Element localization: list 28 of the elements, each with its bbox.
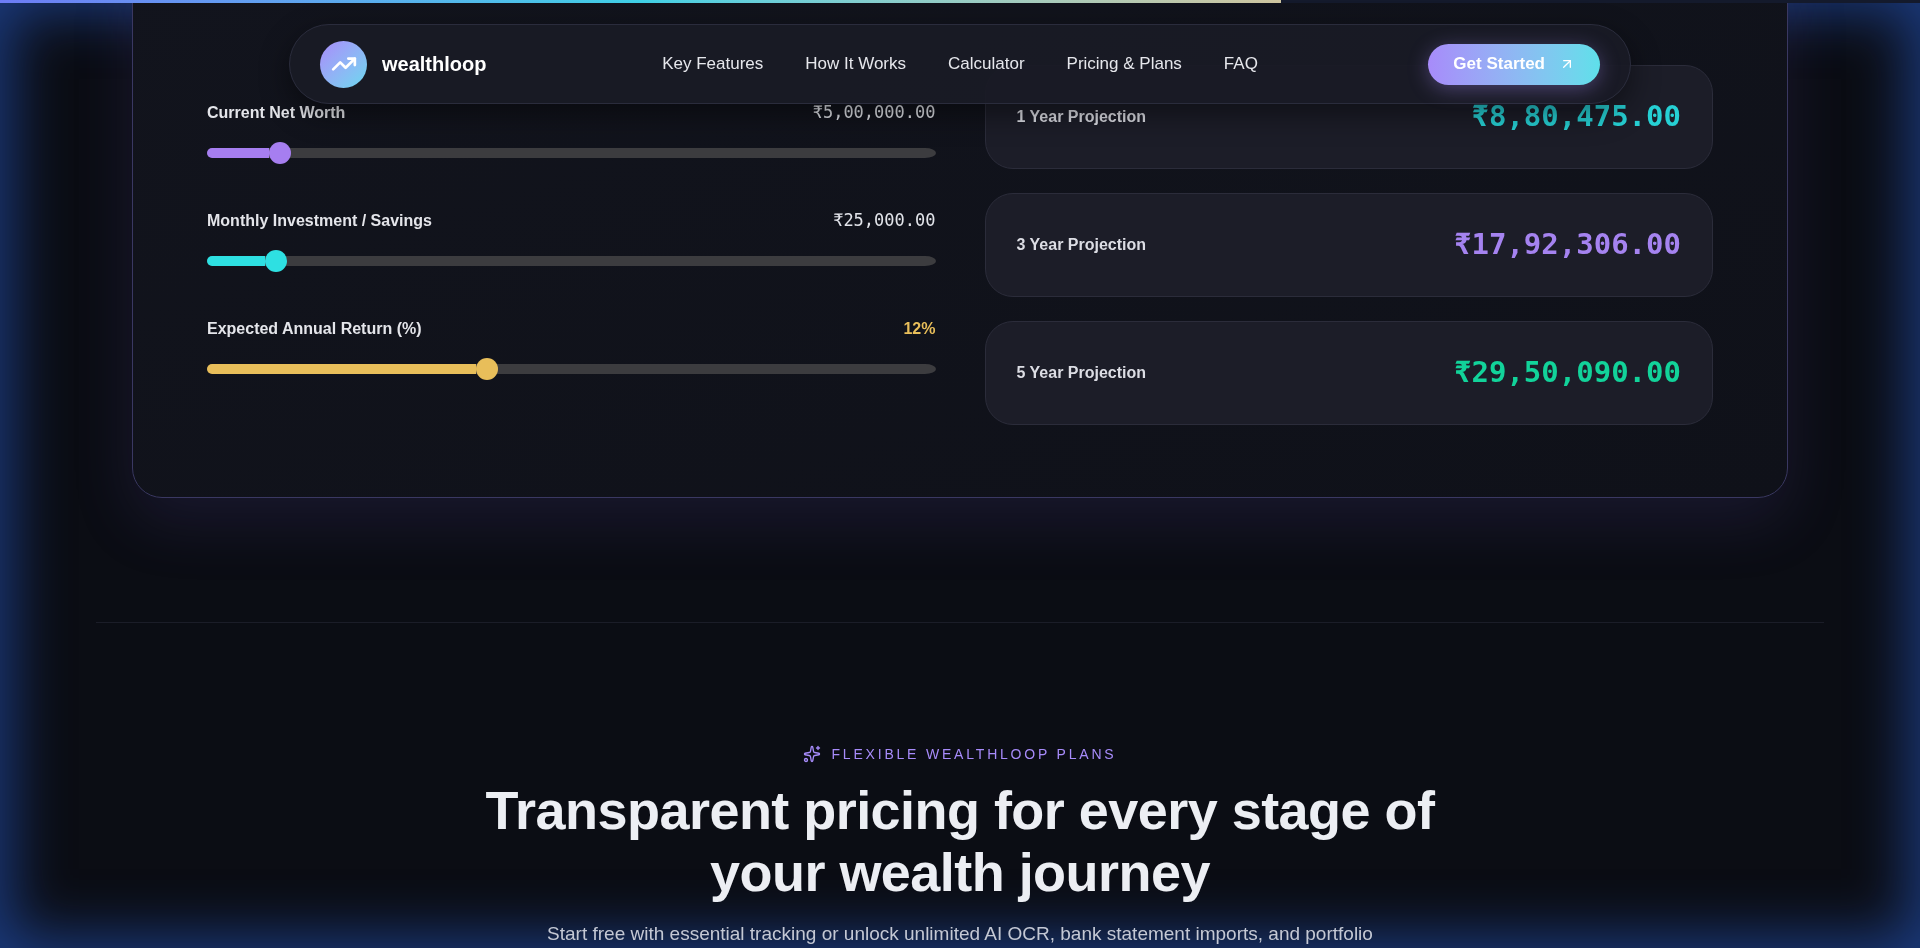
slider-value: 12% <box>903 319 936 339</box>
slider-label: Current Net Worth <box>207 103 346 123</box>
slider-label: Monthly Investment / Savings <box>207 211 432 231</box>
slider-label: Expected Annual Return (%) <box>207 319 422 339</box>
slider-value: ₹5,00,000.00 <box>812 101 936 125</box>
nav-link[interactable]: How It Works <box>805 51 906 77</box>
projection-value: ₹8,80,475.00 <box>1471 98 1681 136</box>
slider-value: ₹25,000.00 <box>833 209 936 233</box>
nav-link[interactable]: FAQ <box>1223 51 1258 77</box>
slider-fill <box>207 256 266 266</box>
section-title: Transparent pricing for every stage of your wealth journey <box>484 779 1436 903</box>
section-subtitle: Start free with essential tracking or unlock unlimited AI OCR, bank statement imports, and portfolio <box>547 923 1373 945</box>
slider-thumb[interactable] <box>476 358 499 380</box>
projection-label: 3 Year Projection <box>1016 235 1147 255</box>
projection-label: 5 Year Projection <box>1016 363 1147 383</box>
sparkles-icon <box>803 745 822 763</box>
projection-label: 1 Year Projection <box>1016 107 1147 127</box>
slider-thumb[interactable] <box>268 142 291 164</box>
logo-icon[interactable] <box>320 40 367 88</box>
projection-value: ₹17,92,306.00 <box>1454 226 1681 264</box>
nav-link[interactable]: Key Features <box>662 51 764 77</box>
brand-name[interactable]: wealthloop <box>382 49 487 79</box>
slider-fill <box>207 148 269 158</box>
section-eyebrow: FLEXIBLE WEALTHLOOP PLANS <box>831 744 1117 764</box>
nav-link[interactable]: Pricing & Plans <box>1066 51 1182 77</box>
nav-link[interactable]: Calculator <box>948 51 1025 77</box>
projection-value: ₹29,50,090.00 <box>1454 354 1681 392</box>
slider-thumb[interactable] <box>265 250 288 272</box>
